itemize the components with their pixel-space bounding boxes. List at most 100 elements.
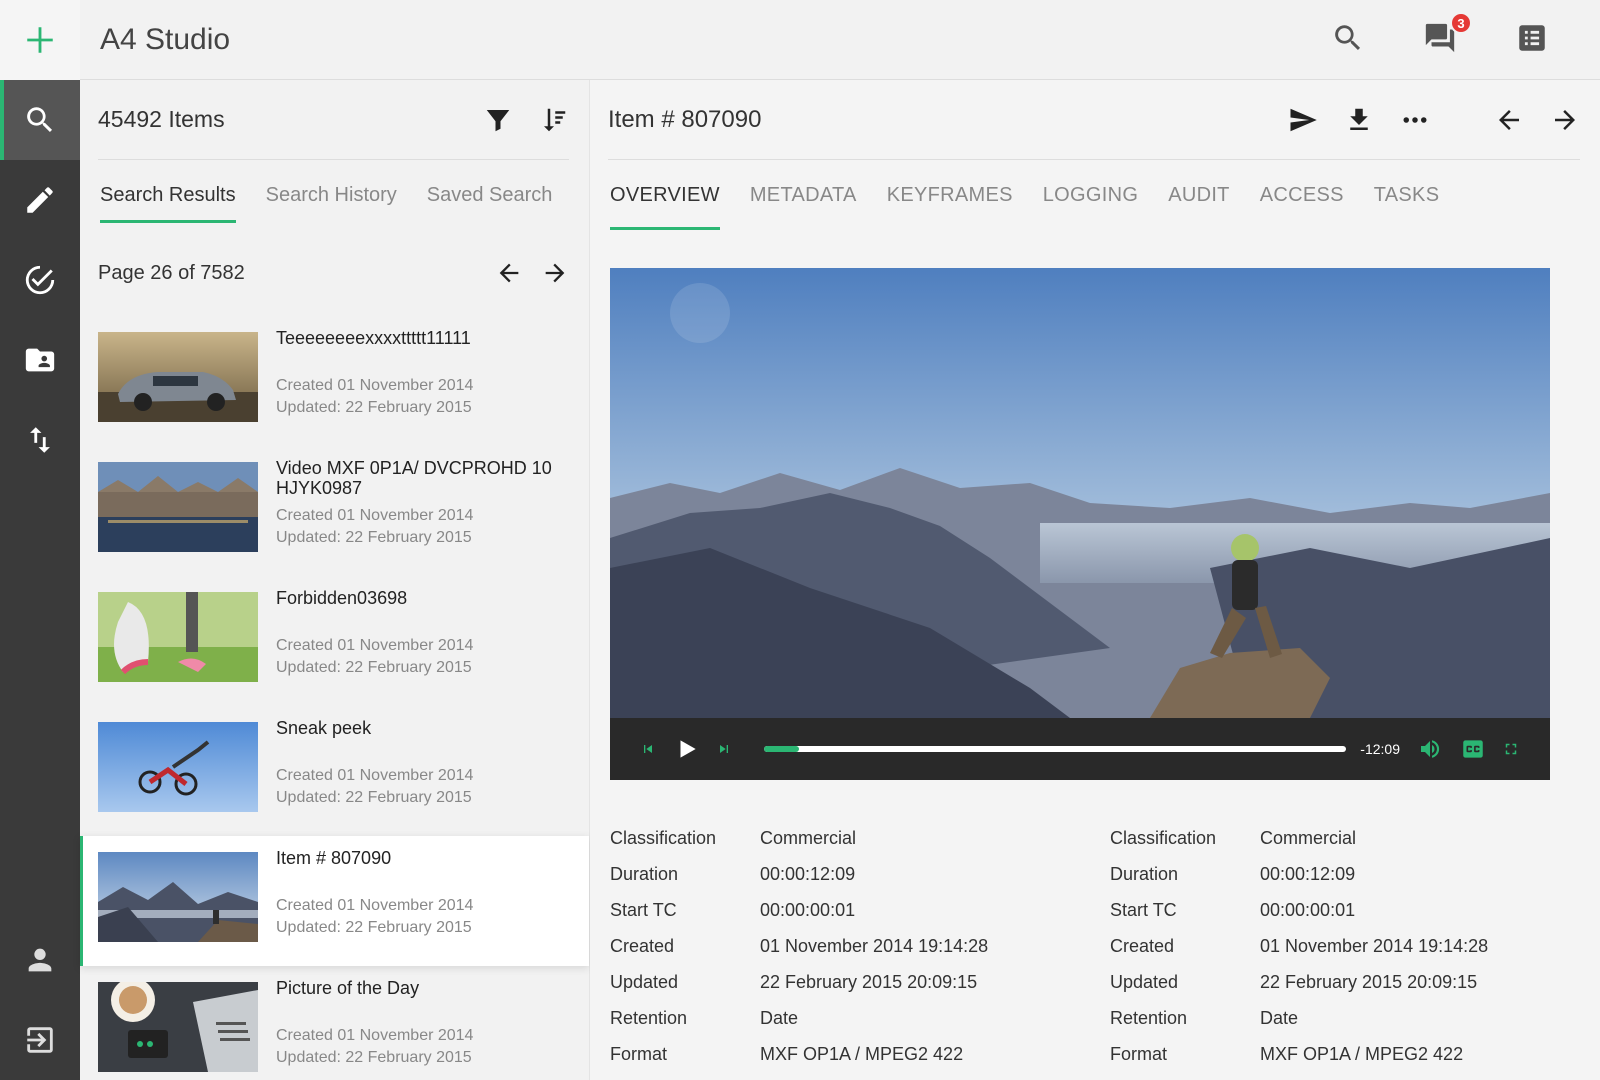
property-row: Classification Commercial [610, 820, 1110, 856]
tab-search-history[interactable]: Search History [266, 184, 397, 223]
item-created: Created 01 November 2014 [276, 507, 474, 524]
video-frame[interactable] [610, 268, 1550, 718]
nav-transfer[interactable] [0, 400, 80, 480]
item-count: 45492 Items [98, 106, 225, 132]
list-item[interactable]: Teeeeeeeexxxxttttt11111 Created 01 Novem… [80, 316, 589, 446]
tab-metadata[interactable]: METADATA [750, 184, 857, 230]
property-value: Date [760, 1007, 799, 1028]
nav-logout[interactable] [0, 1000, 80, 1080]
property-row: Duration 00:00:12:09 [610, 856, 1110, 892]
arrow-right-icon[interactable] [1550, 105, 1580, 135]
property-key: Duration [1110, 863, 1179, 884]
play-icon [680, 740, 696, 758]
tab-tasks[interactable]: TASKS [1374, 184, 1440, 230]
property-key: Updated [610, 971, 679, 992]
sort-icon[interactable] [539, 105, 569, 135]
user-icon [28, 948, 52, 972]
progress-bar[interactable] [764, 746, 1347, 752]
nav-edit[interactable] [0, 160, 80, 240]
results-list: Teeeeeeeexxxxttttt11111 Created 01 Novem… [80, 316, 589, 1080]
item-updated: Updated: 22 February 2015 [276, 1049, 472, 1066]
item-updated: Updated: 22 February 2015 [276, 659, 472, 676]
edit-icon [27, 187, 53, 213]
volume-button[interactable] [1418, 737, 1442, 761]
tab-overview[interactable]: OVERVIEW [610, 184, 720, 230]
nav-profile[interactable] [0, 920, 80, 1000]
transfer-icon [30, 427, 50, 453]
detail-panel: Item # 807090 OVERVIEW METADATA KEYFRAME… [590, 80, 1600, 1080]
property-value: Date [1260, 1007, 1299, 1028]
send-icon[interactable] [1288, 105, 1318, 135]
skip-back-icon [644, 745, 652, 753]
list-item[interactable]: Video MXF 0P1A/ DVCPROHD 10 HJYK0987 Cre… [80, 446, 589, 576]
search-icon [27, 107, 53, 133]
tab-access[interactable]: ACCESS [1260, 184, 1344, 230]
list-item-selected[interactable]: Item # 807090 Created 01 November 2014 U… [80, 836, 589, 966]
list-icon [1519, 25, 1545, 51]
arrow-left-icon[interactable] [1494, 105, 1524, 135]
property-key: Duration [610, 863, 679, 884]
global-search-button[interactable] [1330, 20, 1366, 56]
results-panel: 45492 Items Search Results Search Histor… [80, 80, 590, 1080]
property-value: 00:00:00:01 [1260, 899, 1356, 920]
play-button[interactable] [674, 736, 700, 762]
notifications-button[interactable]: 3 [1422, 12, 1472, 56]
fullscreen-button[interactable] [1502, 740, 1520, 758]
property-value: Commercial [1260, 827, 1357, 848]
item-updated: Updated: 22 February 2015 [276, 399, 472, 416]
player-controls: -12:09 [610, 718, 1550, 780]
list-item[interactable]: Forbidden03698 Created 01 November 2014 … [80, 576, 589, 706]
logout-icon [27, 1027, 53, 1053]
filter-icon[interactable] [483, 105, 513, 135]
skip-back-button[interactable] [640, 741, 656, 757]
property-row: Format MXF OP1A / MPEG2 422 [1110, 1036, 1600, 1072]
more-icon[interactable] [1400, 105, 1430, 135]
property-row: Created 01 November 2014 19:14:28 [610, 928, 1110, 964]
page-indicator: Page 26 of 7582 [98, 261, 245, 284]
pager: Page 26 of 7582 [80, 230, 589, 316]
item-created: Created 01 November 2014 [276, 637, 474, 654]
property-key: Classification [1110, 827, 1217, 848]
add-icon [27, 27, 53, 53]
property-value: MXF OP1A / MPEG2 422 [1260, 1043, 1464, 1064]
skip-forward-icon [720, 745, 728, 753]
list-item[interactable]: Picture of the Day Created 01 November 2… [80, 966, 589, 1080]
property-value: 01 November 2014 19:14:28 [1260, 935, 1489, 956]
property-key: Start TC [1110, 899, 1177, 920]
nav-tasks[interactable] [0, 240, 80, 320]
property-row: Retention Date [1110, 1000, 1600, 1036]
property-value: 00:00:00:01 [760, 899, 856, 920]
arrow-right-icon[interactable] [541, 259, 569, 287]
item-title: Item # 807090 [608, 105, 762, 133]
property-key: Created [1110, 935, 1175, 956]
list-view-button[interactable] [1514, 20, 1550, 56]
add-button[interactable] [0, 0, 80, 80]
thumbnail-shoe [98, 592, 258, 682]
property-key: Retention [1110, 1007, 1188, 1028]
nav-folders[interactable] [0, 320, 80, 400]
property-value: Commercial [760, 827, 857, 848]
property-value: MXF OP1A / MPEG2 422 [760, 1043, 964, 1064]
tab-search-results[interactable]: Search Results [100, 184, 236, 223]
list-item[interactable]: Sneak peek Created 01 November 2014 Upda… [80, 706, 589, 836]
closed-captions-icon [1463, 740, 1483, 758]
tab-logging[interactable]: LOGGING [1043, 184, 1138, 230]
item-updated: Updated: 22 February 2015 [276, 529, 472, 546]
download-icon[interactable] [1344, 105, 1374, 135]
tab-keyframes[interactable]: KEYFRAMES [887, 184, 1013, 230]
captions-button[interactable] [1460, 736, 1486, 762]
item-created: Created 01 November 2014 [276, 1027, 474, 1044]
property-value: 01 November 2014 19:14:28 [760, 935, 989, 956]
property-key: Classification [610, 827, 717, 848]
check-circle-icon [25, 265, 55, 295]
tab-saved-search[interactable]: Saved Search [427, 184, 553, 223]
arrow-left-icon[interactable] [495, 259, 523, 287]
skip-forward-button[interactable] [716, 741, 732, 757]
volume-icon [1421, 740, 1440, 758]
property-key: Start TC [610, 899, 677, 920]
top-bar: A4 Studio 3 [80, 0, 1600, 80]
left-rail [0, 0, 80, 1080]
nav-search[interactable] [0, 80, 80, 160]
tab-audit[interactable]: AUDIT [1168, 184, 1230, 230]
folder-shared-icon [25, 348, 55, 372]
